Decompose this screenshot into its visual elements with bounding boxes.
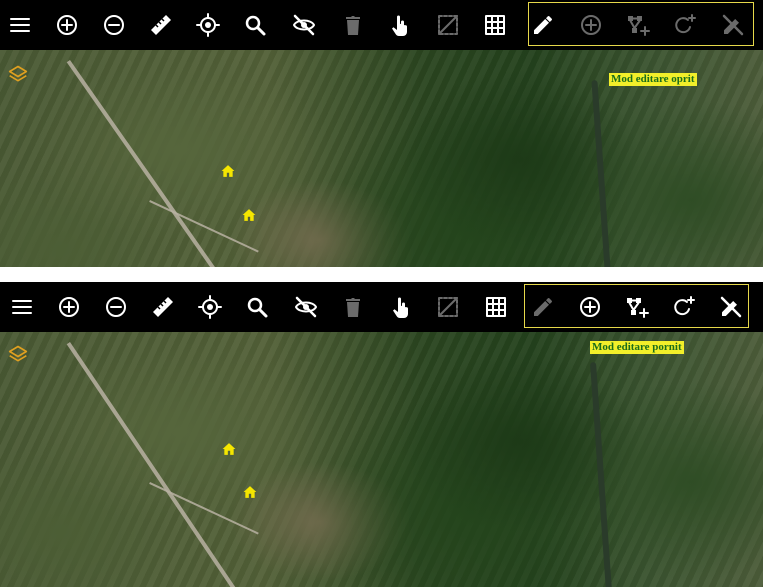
box-select-button[interactable]: [428, 5, 468, 45]
edit-mode-status-label: Mod editare pornit: [590, 341, 684, 354]
house-marker-icon[interactable]: [221, 164, 235, 178]
hide-visibility-icon: [293, 14, 315, 36]
box-select-icon: [438, 15, 458, 35]
measure-ruler-icon: [151, 15, 171, 35]
edit-toggle-button[interactable]: [523, 287, 563, 327]
touch-select-icon: [393, 297, 408, 318]
house-marker-icon[interactable]: [243, 485, 257, 499]
touch-select-icon: [392, 15, 407, 36]
add-point-icon: [580, 297, 600, 317]
edit-pencil-icon: [534, 16, 552, 34]
edit-off-button[interactable]: [713, 5, 753, 45]
box-select-icon: [438, 297, 458, 317]
delete-button[interactable]: [333, 287, 373, 327]
locate-target-icon: [196, 13, 220, 37]
edit-pencil-icon: [534, 298, 552, 316]
hide-layers-button[interactable]: [284, 5, 324, 45]
table-button[interactable]: [475, 5, 515, 45]
hide-visibility-icon: [295, 296, 317, 318]
measure-button[interactable]: [141, 5, 181, 45]
rotate-add-button[interactable]: [665, 5, 705, 45]
touch-select-button[interactable]: [381, 287, 421, 327]
delete-trash-icon: [346, 16, 360, 35]
add-vertex-icon: [627, 298, 649, 318]
zoom-in-button[interactable]: [49, 287, 89, 327]
add-point-button[interactable]: [571, 5, 611, 45]
map-toolbar: [0, 282, 763, 332]
map-toolbar: [0, 0, 763, 50]
table-grid-icon: [486, 297, 506, 317]
locate-button[interactable]: [188, 5, 228, 45]
touch-select-button[interactable]: [380, 5, 420, 45]
zoom-out-button[interactable]: [94, 5, 134, 45]
edit-off-icon: [722, 14, 744, 36]
layers-icon[interactable]: [8, 64, 28, 84]
zoom-out-icon: [106, 297, 126, 317]
house-marker-icon[interactable]: [242, 208, 256, 222]
edit-toggle-button[interactable]: [523, 5, 563, 45]
menu-icon: [10, 18, 30, 32]
locate-target-icon: [198, 295, 222, 319]
search-icon: [245, 15, 266, 36]
satellite-map[interactable]: Mod editare pornit: [0, 332, 763, 587]
rotate-add-button[interactable]: [664, 287, 704, 327]
zoom-out-icon: [104, 15, 124, 35]
river: [589, 362, 613, 587]
search-button[interactable]: [237, 287, 277, 327]
hide-layers-button[interactable]: [286, 287, 326, 327]
menu-button[interactable]: [0, 5, 40, 45]
edit-mode-status-label: Mod editare oprit: [609, 73, 697, 86]
zoom-in-button[interactable]: [47, 5, 87, 45]
table-button[interactable]: [476, 287, 516, 327]
measure-button[interactable]: [143, 287, 183, 327]
add-vertex-button[interactable]: [618, 5, 658, 45]
zoom-out-button[interactable]: [96, 287, 136, 327]
delete-button[interactable]: [333, 5, 373, 45]
road: [66, 60, 231, 267]
box-select-button[interactable]: [428, 287, 468, 327]
zoom-in-icon: [57, 15, 77, 35]
add-vertex-icon: [628, 16, 650, 36]
menu-button[interactable]: [2, 287, 42, 327]
zoom-in-icon: [59, 297, 79, 317]
table-grid-icon: [485, 15, 505, 35]
rotate-add-icon: [675, 14, 696, 34]
delete-trash-icon: [346, 298, 360, 317]
add-point-button[interactable]: [570, 287, 610, 327]
menu-icon: [12, 300, 32, 314]
house-marker-icon[interactable]: [222, 442, 236, 456]
satellite-map[interactable]: Mod editare oprit: [0, 50, 763, 267]
river: [591, 80, 611, 267]
edit-off-icon: [720, 296, 742, 318]
add-vertex-button[interactable]: [617, 287, 657, 327]
map-panel-edit-on: Mod editare pornit: [0, 282, 763, 587]
layers-icon[interactable]: [8, 344, 28, 364]
road: [66, 342, 238, 587]
search-icon: [247, 297, 268, 318]
map-panel-edit-off: Mod editare oprit: [0, 0, 763, 267]
edit-off-button[interactable]: [711, 287, 751, 327]
add-point-icon: [581, 15, 601, 35]
measure-ruler-icon: [153, 297, 173, 317]
locate-button[interactable]: [190, 287, 230, 327]
search-button[interactable]: [235, 5, 275, 45]
rotate-add-icon: [674, 296, 695, 316]
